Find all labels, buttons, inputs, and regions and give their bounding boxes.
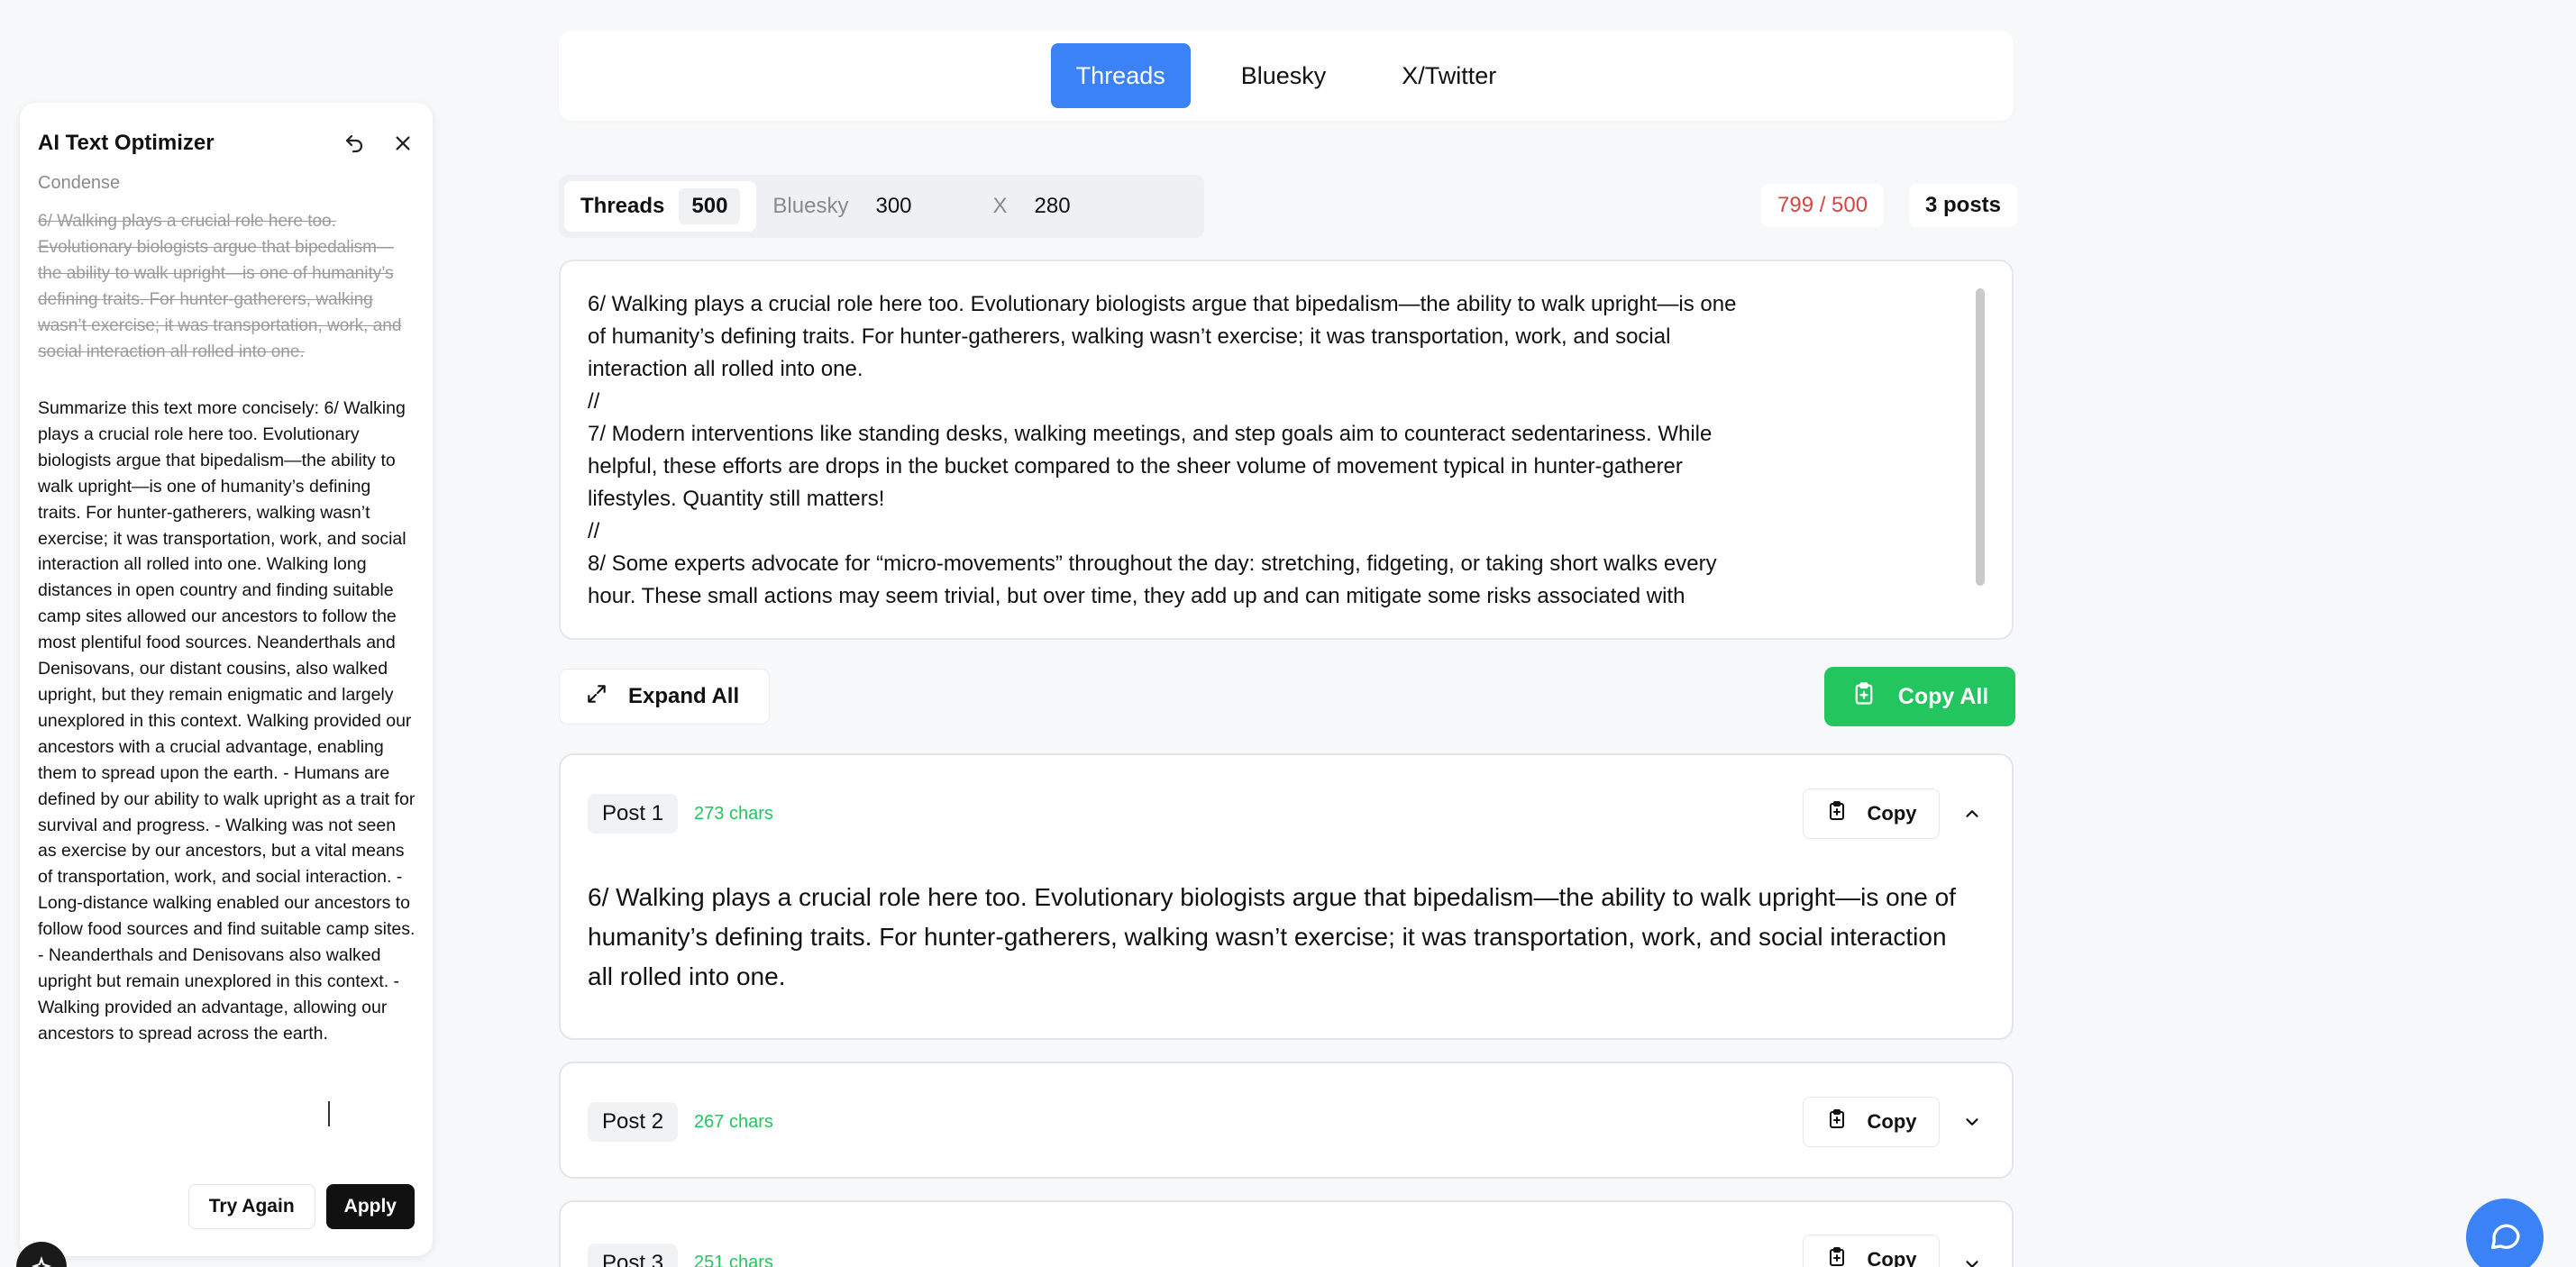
- post-card: Post 2 267 chars Copy: [559, 1062, 2014, 1179]
- expand-all-button[interactable]: Expand All: [559, 669, 770, 725]
- optimizer-mode: Condense: [38, 173, 121, 193]
- post-header[interactable]: Post 1 273 chars Copy: [561, 755, 2012, 872]
- chat-icon: [2487, 1217, 2523, 1258]
- original-text: 6/ Walking plays a crucial role here too…: [38, 212, 402, 361]
- limit-bluesky-value: 300: [875, 194, 912, 218]
- post-header[interactable]: Post 2 267 chars Copy: [561, 1063, 2012, 1177]
- copy-label: Copy: [1867, 802, 1917, 825]
- chevron-down-icon[interactable]: [1959, 1252, 1985, 1267]
- chevron-down-icon[interactable]: [1959, 1109, 1985, 1135]
- post-card: Post 3 251 chars Copy: [559, 1200, 2014, 1267]
- copy-post-button[interactable]: Copy: [1803, 1235, 1940, 1267]
- optimizer-footer: Try Again Apply: [20, 1184, 433, 1229]
- clipboard-icon: [1826, 1246, 1848, 1267]
- expand-all-label: Expand All: [628, 684, 740, 708]
- editor-text[interactable]: 6/ Walking plays a crucial role here too…: [588, 288, 1850, 613]
- post-char-count: 267 chars: [694, 1111, 773, 1132]
- limit-x-value: 280: [1034, 194, 1071, 218]
- post-label: Post 3: [588, 1244, 679, 1267]
- chevron-up-icon[interactable]: [1959, 801, 1985, 826]
- undo-icon[interactable]: [343, 132, 366, 155]
- chat-button[interactable]: [2466, 1199, 2544, 1267]
- text-cursor: [328, 1101, 330, 1126]
- limit-threads-value: 500: [679, 188, 741, 224]
- try-again-button[interactable]: Try Again: [187, 1184, 315, 1229]
- post-controls: Copy: [1803, 788, 1985, 839]
- copy-post-button[interactable]: Copy: [1803, 788, 1940, 839]
- post-label: Post 1: [588, 794, 679, 834]
- post-char-count: 251 chars: [694, 1253, 773, 1267]
- post-card: Post 1 273 chars Copy 6/ Walking plays a…: [559, 753, 2014, 1040]
- limit-x-label: X: [992, 194, 1008, 218]
- char-counter: 799 / 500: [1761, 184, 1885, 227]
- limit-x[interactable]: X 280: [977, 181, 1100, 232]
- ai-text-optimizer-panel: AI Text Optimizer Condense 6/ Walking pl…: [20, 103, 433, 1256]
- copy-post-button[interactable]: Copy: [1803, 1097, 1940, 1147]
- apply-button[interactable]: Apply: [325, 1184, 415, 1229]
- clipboard-icon: [1826, 1108, 1848, 1135]
- tab-bluesky[interactable]: Bluesky: [1216, 43, 1352, 108]
- thread-editor[interactable]: 6/ Walking plays a crucial role here too…: [559, 260, 2014, 640]
- expand-icon: [585, 682, 608, 712]
- copy-label: Copy: [1867, 1248, 1917, 1267]
- tab-threads[interactable]: Threads: [1050, 43, 1191, 108]
- optimizer-header: AI Text Optimizer: [38, 128, 415, 159]
- tab-x-twitter[interactable]: X/Twitter: [1376, 43, 1521, 108]
- posts-count: 3 posts: [1909, 184, 2018, 227]
- platform-tabs: Threads Bluesky X/Twitter: [559, 31, 2014, 121]
- limit-threads[interactable]: Threads 500: [564, 181, 757, 232]
- post-header[interactable]: Post 3 251 chars Copy: [561, 1202, 2012, 1267]
- post-controls: Copy: [1803, 1235, 1985, 1267]
- clipboard-icon: [1826, 800, 1848, 827]
- optimizer-actions: [343, 132, 415, 155]
- limit-threads-label: Threads: [580, 194, 665, 218]
- copy-all-label: Copy All: [1897, 683, 1989, 709]
- optimizer-title: AI Text Optimizer: [38, 131, 215, 155]
- editor-scrollbar[interactable]: [1976, 288, 1985, 586]
- copy-label: Copy: [1867, 1110, 1917, 1133]
- clipboard-icon: [1851, 681, 1877, 713]
- post-body: 6/ Walking plays a crucial role here too…: [588, 883, 1956, 990]
- post-char-count: 273 chars: [694, 803, 773, 824]
- limit-bluesky[interactable]: Bluesky 300: [756, 181, 940, 232]
- optimized-text: Summarize this text more concisely: 6/ W…: [38, 398, 416, 1044]
- character-limits: Threads 500 Bluesky 300 X 280: [559, 175, 1204, 238]
- copy-all-button[interactable]: Copy All: [1824, 667, 2015, 726]
- limit-bluesky-label: Bluesky: [772, 194, 849, 218]
- post-label: Post 2: [588, 1102, 679, 1142]
- post-controls: Copy: [1803, 1097, 1985, 1147]
- close-icon[interactable]: [391, 132, 415, 155]
